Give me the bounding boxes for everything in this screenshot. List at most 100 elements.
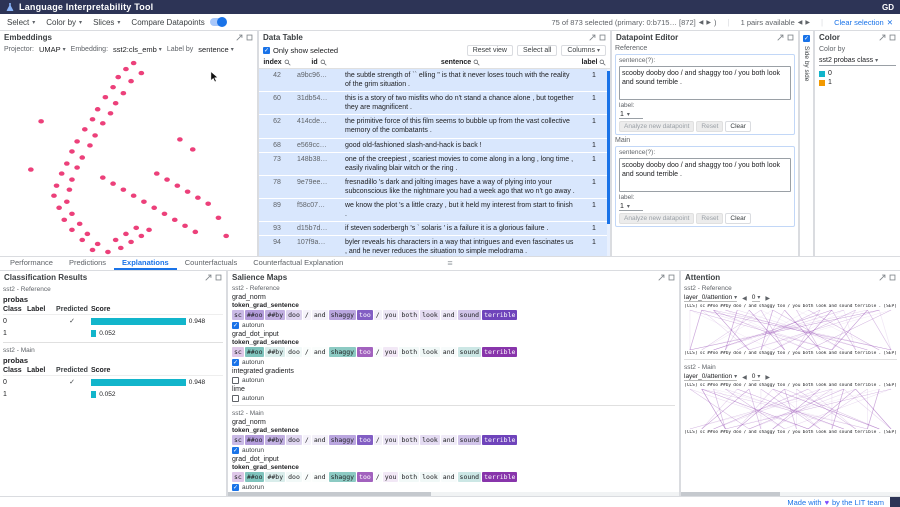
clear-selection-button[interactable]: Clear selection ✕ bbox=[834, 18, 893, 27]
salience-token[interactable]: ##oo bbox=[245, 347, 265, 357]
salience-token[interactable]: both bbox=[399, 472, 419, 482]
autorun-checkbox[interactable]: ✓autorun bbox=[232, 484, 675, 491]
autorun-checkbox[interactable]: ✓autorun bbox=[232, 359, 675, 366]
tab-counterfactual-explanation[interactable]: Counterfactual Explanation bbox=[245, 257, 351, 270]
salience-token[interactable]: sound bbox=[458, 435, 482, 445]
salience-token[interactable]: doo bbox=[286, 347, 302, 357]
salience-token[interactable]: both bbox=[399, 347, 419, 357]
salience-token[interactable]: both bbox=[399, 310, 419, 320]
salience-token[interactable]: look bbox=[420, 347, 440, 357]
maximize-icon[interactable] bbox=[215, 274, 222, 281]
maximize-icon[interactable] bbox=[668, 274, 675, 281]
autorun-checkbox[interactable]: ✓autorun bbox=[232, 447, 675, 454]
salience-token[interactable]: too bbox=[357, 435, 373, 445]
salience-token[interactable]: both bbox=[399, 435, 419, 445]
scrollbar-thumb[interactable] bbox=[607, 71, 610, 224]
popout-icon[interactable] bbox=[879, 274, 886, 281]
salience-token[interactable]: doo bbox=[286, 472, 302, 482]
table-row[interactable]: 94107f9a…byler reveals his characters in… bbox=[259, 236, 610, 256]
sentence-input[interactable]: scooby dooby doo / and shaggy too / you … bbox=[619, 158, 791, 192]
table-row[interactable]: 68e569cc…good old-fashioned slash-and-ha… bbox=[259, 139, 610, 153]
clear-button[interactable]: Clear bbox=[725, 213, 751, 224]
salience-token[interactable]: and bbox=[441, 472, 457, 482]
autorun-checkbox[interactable]: ✓autorun bbox=[232, 322, 675, 329]
prev-datapoint-icon[interactable]: ◀ bbox=[699, 19, 704, 26]
layer-select[interactable]: layer_0/attention▾ bbox=[684, 373, 737, 381]
layer-select[interactable]: layer_0/attention▾ bbox=[684, 294, 737, 302]
salience-token[interactable]: you bbox=[383, 472, 399, 482]
color-by-select[interactable]: sst2 probas class ▾ bbox=[819, 57, 896, 66]
table-row[interactable]: 89f58c07…we know the plot 's a little cr… bbox=[259, 199, 610, 222]
embedding-scatter[interactable] bbox=[0, 55, 257, 256]
popout-icon[interactable] bbox=[658, 274, 665, 281]
tab-counterfactuals[interactable]: Counterfactuals bbox=[177, 257, 246, 270]
salience-token[interactable]: too bbox=[357, 310, 373, 320]
data-table-body[interactable]: 42a9bc96…the subtle strength of `` ellin… bbox=[259, 69, 610, 256]
clear-button[interactable]: Clear bbox=[725, 121, 751, 132]
label-by-select[interactable]: sentence ▾ bbox=[198, 45, 233, 54]
popout-icon[interactable] bbox=[236, 34, 243, 41]
embedding-select[interactable]: sst2:cls_emb ▾ bbox=[113, 45, 162, 54]
side-by-side-checkbox[interactable]: ✓ bbox=[803, 35, 810, 42]
salience-token[interactable]: too bbox=[357, 347, 373, 357]
salience-token[interactable]: you bbox=[383, 310, 399, 320]
salience-token[interactable]: ##oo bbox=[245, 310, 265, 320]
next-head-icon[interactable]: ▶ bbox=[765, 374, 770, 381]
column-header-id[interactable]: id bbox=[295, 57, 343, 68]
column-header-index[interactable]: index bbox=[259, 57, 295, 68]
salience-token[interactable]: / bbox=[374, 472, 382, 482]
table-row[interactable]: 42a9bc96…the subtle strength of `` ellin… bbox=[259, 69, 610, 92]
salience-token[interactable]: and bbox=[441, 347, 457, 357]
tab-predictions[interactable]: Predictions bbox=[61, 257, 114, 270]
salience-token[interactable]: doo bbox=[286, 435, 302, 445]
column-header-label[interactable]: label bbox=[578, 57, 610, 68]
salience-token[interactable]: and bbox=[312, 310, 328, 320]
maximize-icon[interactable] bbox=[889, 274, 896, 281]
reset-button[interactable]: Reset bbox=[696, 121, 723, 132]
table-row[interactable]: 62414cde…the primitive force of this fil… bbox=[259, 115, 610, 138]
salience-token[interactable]: ##by bbox=[265, 310, 285, 320]
popout-icon[interactable] bbox=[205, 274, 212, 281]
maximize-icon[interactable] bbox=[246, 34, 253, 41]
compare-datapoints-toggle[interactable] bbox=[210, 18, 226, 26]
salience-token[interactable]: sc bbox=[232, 435, 244, 445]
popout-icon[interactable] bbox=[777, 34, 784, 41]
popout-icon[interactable] bbox=[879, 34, 886, 41]
next-datapoint-icon[interactable]: ▶ bbox=[706, 19, 711, 26]
table-row[interactable]: 789e79ee…fresnadillo 's dark and jolting… bbox=[259, 176, 610, 199]
salience-token[interactable]: ##by bbox=[265, 347, 285, 357]
salience-token[interactable]: you bbox=[383, 435, 399, 445]
salience-token[interactable]: sc bbox=[232, 472, 244, 482]
maximize-icon[interactable] bbox=[787, 34, 794, 41]
select-menu[interactable]: Select ▾ bbox=[7, 18, 35, 27]
salience-token[interactable]: and bbox=[312, 472, 328, 482]
search-icon[interactable] bbox=[473, 59, 480, 66]
salience-token[interactable]: ##by bbox=[265, 435, 285, 445]
maximize-icon[interactable] bbox=[599, 34, 606, 41]
columns-button[interactable]: Columns ▾ bbox=[561, 45, 606, 56]
label-select[interactable]: 1▾ bbox=[619, 111, 643, 119]
salience-token[interactable]: look bbox=[420, 435, 440, 445]
salience-token[interactable]: doo bbox=[286, 310, 302, 320]
salience-token[interactable]: and bbox=[441, 310, 457, 320]
salience-token[interactable]: look bbox=[420, 472, 440, 482]
search-icon[interactable] bbox=[320, 59, 327, 66]
search-icon[interactable] bbox=[284, 59, 291, 66]
tab-explanations[interactable]: Explanations bbox=[114, 257, 177, 270]
salience-token[interactable]: too bbox=[357, 472, 373, 482]
next-pair-icon[interactable]: ▶ bbox=[805, 19, 810, 26]
analyze-new-datapoint-button[interactable]: Analyze new datapoint bbox=[619, 121, 694, 132]
autorun-checkbox[interactable]: autorun bbox=[232, 395, 675, 402]
salience-token[interactable]: / bbox=[303, 310, 311, 320]
projector-select[interactable]: UMAP ▾ bbox=[39, 45, 66, 54]
salience-token[interactable]: sound bbox=[458, 472, 482, 482]
color-by-menu[interactable]: Color by ▾ bbox=[46, 18, 82, 27]
head-select[interactable]: 0▾ bbox=[752, 294, 761, 302]
salience-token[interactable]: shaggy bbox=[329, 435, 356, 445]
reset-button[interactable]: Reset bbox=[696, 213, 723, 224]
analyze-new-datapoint-button[interactable]: Analyze new datapoint bbox=[619, 213, 694, 224]
select-all-button[interactable]: Select all bbox=[517, 45, 557, 56]
salience-token[interactable]: / bbox=[374, 310, 382, 320]
table-row[interactable]: 73148b38…one of the creepiest , scariest… bbox=[259, 153, 610, 176]
label-select[interactable]: 1▾ bbox=[619, 203, 643, 211]
